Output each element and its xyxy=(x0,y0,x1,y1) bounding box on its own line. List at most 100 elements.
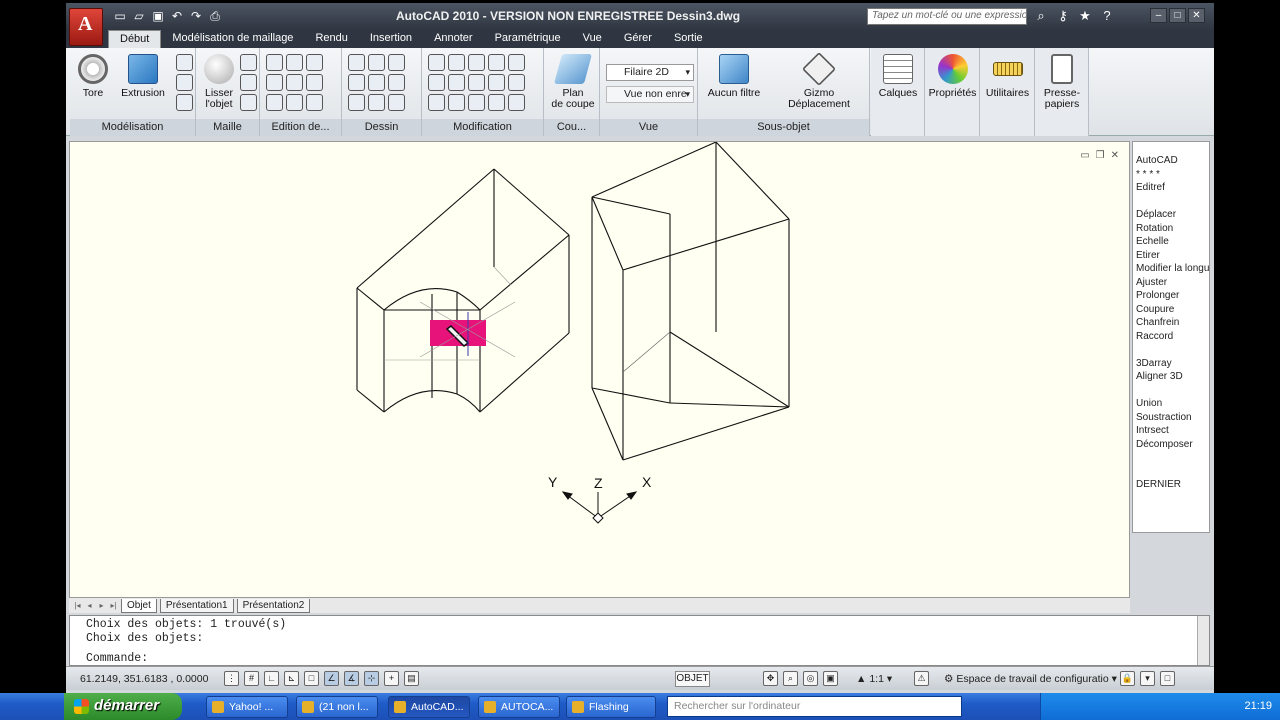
palette-item[interactable]: Modifier la longueur xyxy=(1136,262,1209,276)
slice-icon[interactable] xyxy=(286,74,303,91)
tab-parametrique[interactable]: Paramétrique xyxy=(484,30,572,48)
solid-cutout-box[interactable] xyxy=(356,168,570,413)
otrack-toggle[interactable]: ∡ xyxy=(344,671,359,686)
tab-objet[interactable]: Objet xyxy=(121,598,157,613)
trim-icon[interactable] xyxy=(508,54,525,71)
gizmo-rotate-icon[interactable] xyxy=(448,54,465,71)
clean-screen-icon[interactable]: □ xyxy=(1160,671,1175,686)
utilitaires-button[interactable]: Utilitaires xyxy=(982,54,1033,99)
mesh-add-icon[interactable] xyxy=(240,54,257,71)
tab-presentation2[interactable]: Présentation2 xyxy=(236,598,311,613)
taskbar-item-firefox[interactable]: (21 non l... xyxy=(296,696,378,718)
copy-icon[interactable] xyxy=(488,74,505,91)
panel-label-edition[interactable]: Edition de... xyxy=(260,119,341,136)
tab-presentation1[interactable]: Présentation1 xyxy=(159,598,234,613)
panel-label-sous-objet[interactable]: Sous-objet xyxy=(698,119,869,136)
pan-icon[interactable]: ✥ xyxy=(763,671,778,686)
box-edit-icon[interactable] xyxy=(306,54,323,71)
palette-item[interactable]: Union xyxy=(1136,397,1209,411)
spline-icon[interactable] xyxy=(368,54,385,71)
face-icon[interactable] xyxy=(286,94,303,111)
model-space-button[interactable]: OBJET xyxy=(675,671,710,687)
palette-item[interactable]: Soustraction xyxy=(1136,411,1209,425)
rectangle-icon[interactable] xyxy=(368,94,385,111)
taskbar-item-flashing[interactable]: Flashing xyxy=(566,696,656,718)
arc-icon[interactable] xyxy=(388,54,405,71)
desktop-search-input[interactable]: Rechercher sur l'ordinateur xyxy=(667,696,962,717)
presse-papiers-button[interactable]: Presse- papiers xyxy=(1037,54,1087,110)
command-scrollbar[interactable] xyxy=(1197,616,1209,665)
panel-presse-papiers[interactable]: Presse- papiers xyxy=(1035,48,1089,136)
lwt-toggle[interactable]: ▤ xyxy=(404,671,419,686)
palette-item[interactable]: Décomposer xyxy=(1136,438,1209,452)
prev-layout-icon[interactable]: ◂ xyxy=(85,601,94,610)
polysolid-icon[interactable] xyxy=(176,54,193,71)
polyline-icon[interactable] xyxy=(348,54,365,71)
palette-item[interactable]: Chanfrein xyxy=(1136,316,1209,330)
solid-wedge[interactable] xyxy=(591,142,790,461)
palette-item[interactable]: Raccord xyxy=(1136,330,1209,344)
extract-icon[interactable] xyxy=(306,74,323,91)
ortho-toggle[interactable]: ∟ xyxy=(264,671,279,686)
union-icon[interactable] xyxy=(266,54,283,71)
lisser-button[interactable]: Lisser l'objet xyxy=(200,54,238,110)
taskbar-item-yahoo[interactable]: Yahoo! ... xyxy=(206,696,288,718)
panel-label-vue[interactable]: Vue xyxy=(600,119,697,136)
tab-vue[interactable]: Vue xyxy=(572,30,613,48)
save-icon[interactable]: ▣ xyxy=(150,9,166,24)
align-icon[interactable] xyxy=(448,94,465,111)
line-icon[interactable] xyxy=(368,74,385,91)
redo-icon[interactable]: ↷ xyxy=(188,9,204,24)
fillet-icon[interactable] xyxy=(488,54,505,71)
panel-proprietes[interactable]: Propriétés xyxy=(925,48,980,136)
circle-icon[interactable] xyxy=(388,74,405,91)
close-icon[interactable]: ✕ xyxy=(1188,8,1205,23)
command-prompt[interactable]: Commande: xyxy=(86,652,1193,666)
ellipse-icon[interactable] xyxy=(388,94,405,111)
gizmo-button[interactable]: Gizmo Déplacement xyxy=(772,52,866,110)
workspace-switcher[interactable]: ⚙ Espace de travail de configuratio ▾ xyxy=(944,673,1117,685)
tab-rendu[interactable]: Rendu xyxy=(304,30,358,48)
star-icon[interactable]: ★ xyxy=(1077,8,1093,24)
polar-toggle[interactable]: ⊾ xyxy=(284,671,299,686)
panel-label-modification[interactable]: Modification xyxy=(422,119,543,136)
help-icon[interactable]: ? xyxy=(1099,8,1115,24)
panel-label-dessin[interactable]: Dessin xyxy=(342,119,421,136)
plan-de-coupe-button[interactable]: Plan de coupe xyxy=(550,54,596,110)
named-view-dropdown[interactable]: Vue non enre xyxy=(606,86,694,103)
proprietes-button[interactable]: Propriétés xyxy=(927,54,978,99)
array-icon[interactable] xyxy=(428,54,445,71)
tab-modelisation-maillage[interactable]: Modélisation de maillage xyxy=(161,30,304,48)
palette-item[interactable]: AutoCAD xyxy=(1136,154,1209,168)
drawing-canvas[interactable]: ▭ ❐ ✕ Y Z X xyxy=(69,141,1130,599)
grid-toggle[interactable]: # xyxy=(244,671,259,686)
intersect-icon[interactable] xyxy=(266,94,283,111)
dyn-toggle[interactable]: + xyxy=(384,671,399,686)
print-icon[interactable]: ⎙ xyxy=(207,9,223,24)
aucun-filtre-button[interactable]: Aucun filtre xyxy=(704,54,764,99)
annotation-visibility-icon[interactable]: ⚠ xyxy=(914,671,929,686)
palette-item[interactable]: Echelle xyxy=(1136,235,1209,249)
panel-label-modelisation[interactable]: Modélisation xyxy=(70,119,195,136)
steering-wheel-icon[interactable]: ◎ xyxy=(803,671,818,686)
shell-icon[interactable] xyxy=(286,54,303,71)
3d-osnap-toggle[interactable]: ∠ xyxy=(324,671,339,686)
key-icon[interactable]: ⚷ xyxy=(1055,8,1071,24)
palette-item[interactable]: Intrsect xyxy=(1136,424,1209,438)
mesh-refine-icon[interactable] xyxy=(240,94,257,111)
tab-annoter[interactable]: Annoter xyxy=(423,30,484,48)
panel-label-maille[interactable]: Maille xyxy=(196,119,259,136)
settings-icon[interactable] xyxy=(448,74,465,91)
visual-style-dropdown[interactable]: Filaire 2D xyxy=(606,64,694,81)
palette-item[interactable]: Aligner 3D xyxy=(1136,370,1209,384)
open-file-icon[interactable]: ▱ xyxy=(131,9,147,24)
panel-label-coupe[interactable]: Cou... xyxy=(544,119,599,136)
command-window[interactable]: Choix des objets: 1 trouvé(s) Choix des … xyxy=(69,615,1210,666)
taskbar-item-autocad-pdf[interactable]: AUTOCA... xyxy=(478,696,560,718)
erase-icon[interactable] xyxy=(508,94,525,111)
status-tray-icon[interactable]: ▾ xyxy=(1140,671,1155,686)
palette-item[interactable]: Coupure xyxy=(1136,303,1209,317)
palette-item[interactable]: Editref xyxy=(1136,181,1209,195)
palette-item[interactable]: Ajuster xyxy=(1136,276,1209,290)
palette-item[interactable]: 3Darray xyxy=(1136,357,1209,371)
